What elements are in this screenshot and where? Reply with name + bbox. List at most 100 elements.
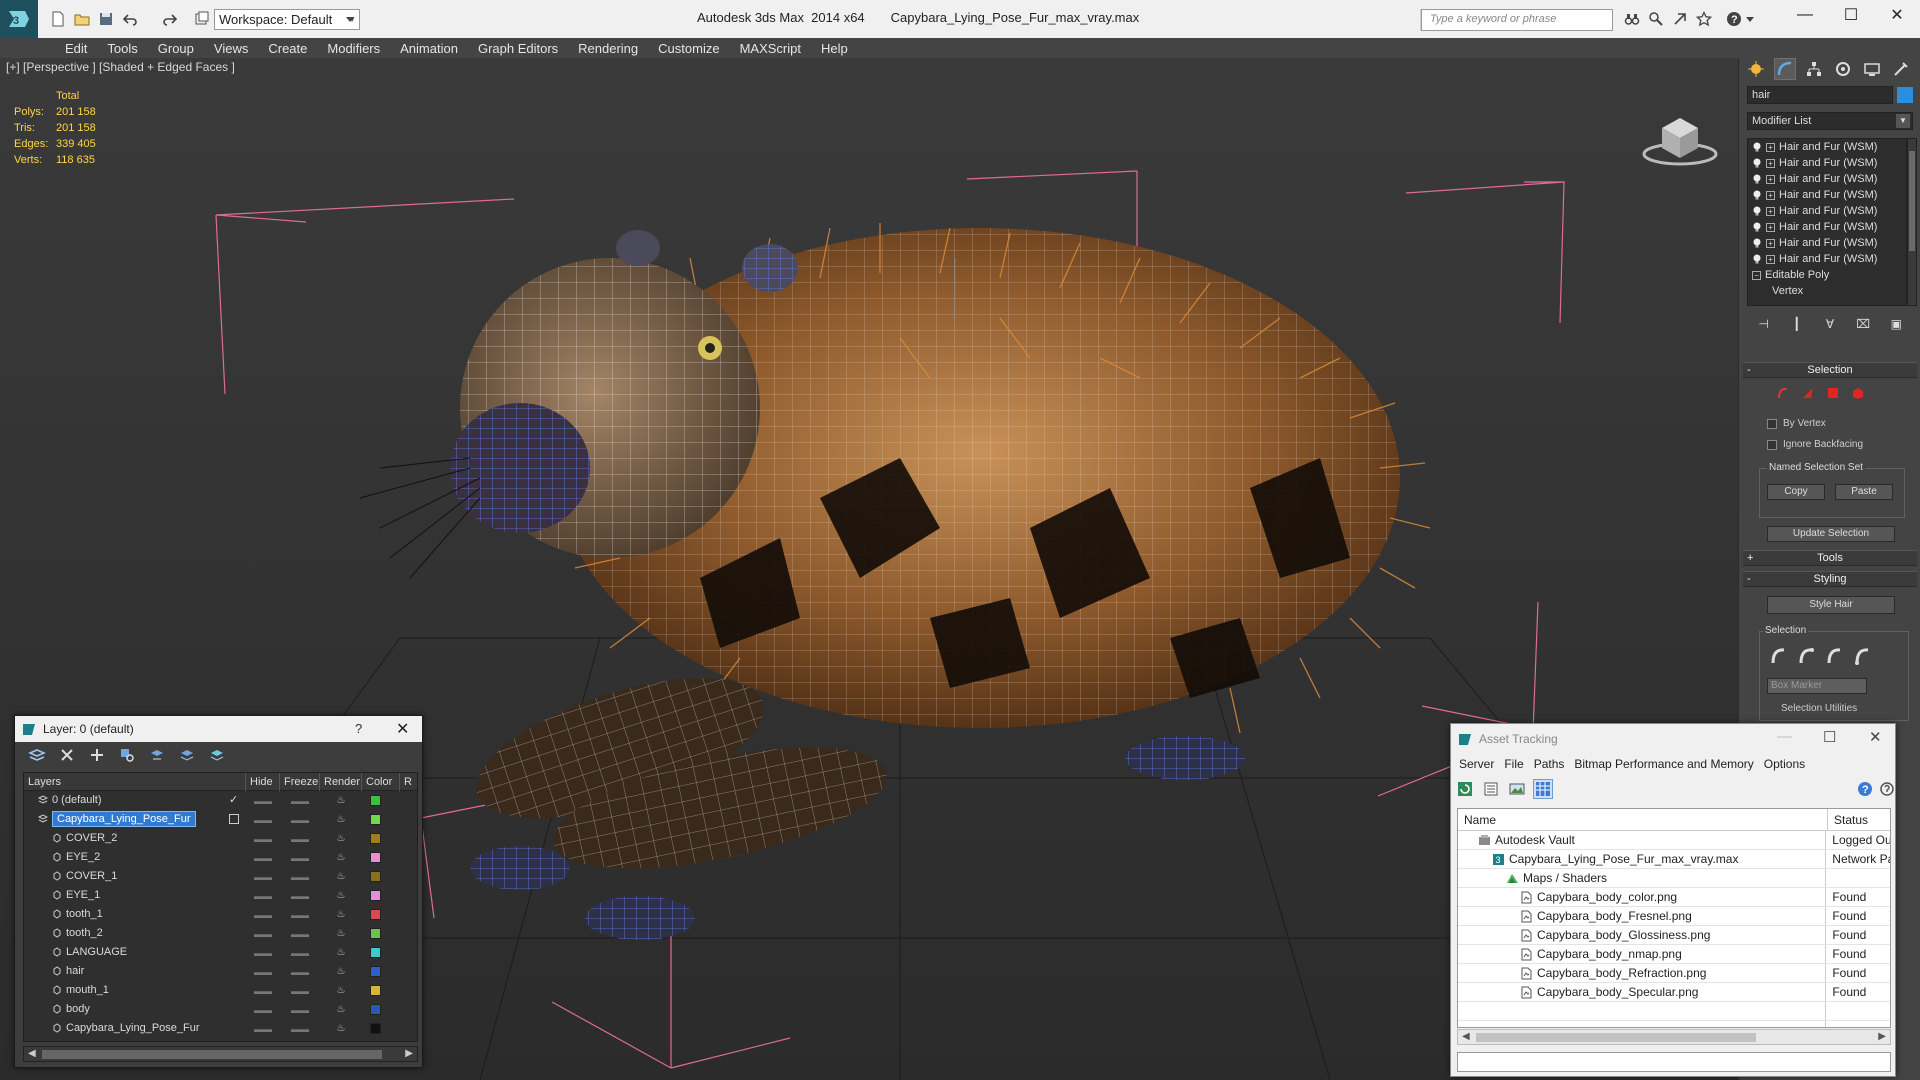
hide-toggle[interactable]: ▬▬	[246, 815, 280, 825]
app-menu-button[interactable]: 3	[0, 0, 38, 38]
undo-icon[interactable]	[120, 9, 140, 29]
maximize-button[interactable]: ☐	[1828, 0, 1874, 30]
render-teapot-icon[interactable]: ♨	[320, 890, 362, 901]
add-to-layer-icon[interactable]	[87, 746, 107, 764]
object-color-swatch[interactable]	[1897, 87, 1913, 103]
column-radiosity[interactable]: R	[400, 773, 416, 791]
utilities-tab-icon[interactable]	[1890, 58, 1912, 80]
menu-views[interactable]: Views	[204, 38, 258, 58]
modifier-stack-item[interactable]: + Hair and Fur (WSM)	[1748, 251, 1906, 267]
highlight-selected-layer-icon[interactable]	[147, 746, 167, 764]
thumbnail-view-icon[interactable]	[1507, 779, 1527, 799]
face-select-icon[interactable]	[1799, 384, 1817, 402]
collapse-icon[interactable]: −	[1752, 270, 1761, 280]
layer-row[interactable]: body ▬▬ ▬▬ ♨	[24, 1000, 417, 1019]
menu-help[interactable]: Help	[811, 38, 858, 58]
hide-toggle[interactable]: ▬▬	[246, 1005, 280, 1015]
select-guide-vertices-icon[interactable]	[1823, 644, 1847, 668]
layer-color-swatch[interactable]	[370, 909, 381, 920]
by-vertex-checkbox[interactable]: By Vertex	[1767, 418, 1826, 429]
freeze-toggle[interactable]: ▬▬	[280, 910, 320, 920]
pin-stack-icon[interactable]: ⊣	[1756, 316, 1772, 332]
layer-row[interactable]: Capybara_Lying_Pose_Fur ▬▬ ▬▬ ♨	[24, 810, 417, 829]
keyword-search-input[interactable]: Type a keyword or phrase	[1421, 9, 1613, 31]
expand-icon[interactable]: +	[1766, 158, 1775, 168]
modifier-stack-item[interactable]: + Hair and Fur (WSM)	[1748, 219, 1906, 235]
select-objects-in-layer-icon[interactable]	[117, 746, 137, 764]
menu-customize[interactable]: Customize	[648, 38, 729, 58]
box-marker-dropdown[interactable]: Box Marker	[1767, 678, 1867, 694]
column-color[interactable]: Color	[362, 773, 400, 791]
motion-tab-icon[interactable]	[1832, 58, 1854, 80]
layer-dialog-titlebar[interactable]: Layer: 0 (default) ? ✕	[15, 716, 422, 742]
refresh-icon[interactable]	[1455, 779, 1475, 799]
expand-icon[interactable]: +	[1766, 238, 1775, 248]
polygon-select-icon[interactable]	[1824, 384, 1842, 402]
expand-icon[interactable]: +	[1766, 206, 1775, 216]
layer-color-swatch[interactable]	[370, 1004, 381, 1015]
menu-graph-editors[interactable]: Graph Editors	[468, 38, 568, 58]
render-teapot-icon[interactable]: ♨	[320, 795, 362, 806]
lightbulb-icon[interactable]	[1752, 238, 1762, 248]
layer-row[interactable]: COVER_1 ▬▬ ▬▬ ♨	[24, 867, 417, 886]
layer-row[interactable]: tooth_1 ▬▬ ▬▬ ♨	[24, 905, 417, 924]
help-icon[interactable]: ?	[1855, 779, 1875, 799]
freeze-toggle[interactable]: ▬▬	[280, 1005, 320, 1015]
list-view-icon[interactable]	[1481, 779, 1501, 799]
set-current-layer-checkbox[interactable]	[229, 814, 239, 824]
close-button[interactable]: ✕	[1874, 0, 1920, 30]
layer-color-swatch[interactable]	[370, 795, 381, 806]
hide-toggle[interactable]: ▬▬	[246, 853, 280, 863]
paste-button[interactable]: Paste	[1835, 484, 1893, 500]
display-tab-icon[interactable]	[1861, 58, 1883, 80]
modifier-stack-item[interactable]: + Hair and Fur (WSM)	[1748, 187, 1906, 203]
menu-edit[interactable]: Edit	[55, 38, 97, 58]
menu-create[interactable]: Create	[258, 38, 317, 58]
asset-menu-paths[interactable]: Paths	[1530, 754, 1571, 776]
render-teapot-icon[interactable]: ♨	[320, 833, 362, 844]
layer-color-swatch[interactable]	[370, 833, 381, 844]
layer-row[interactable]: tooth_2 ▬▬ ▬▬ ♨	[24, 924, 417, 943]
render-teapot-icon[interactable]: ♨	[320, 852, 362, 863]
freeze-toggle[interactable]: ▬▬	[280, 1024, 320, 1034]
layer-color-swatch[interactable]	[370, 966, 381, 977]
tools-rollout-header[interactable]: + Tools	[1743, 550, 1917, 566]
render-teapot-icon[interactable]: ♨	[320, 966, 362, 977]
asset-menu-options[interactable]: Options	[1760, 754, 1811, 776]
close-button[interactable]: ✕	[396, 719, 409, 739]
subscription-center-icon[interactable]	[1646, 9, 1666, 29]
new-file-icon[interactable]	[48, 9, 68, 29]
select-whole-guide-icon[interactable]	[1795, 644, 1819, 668]
layer-row[interactable]: COVER_2 ▬▬ ▬▬ ♨	[24, 829, 417, 848]
asset-menu-file[interactable]: File	[1500, 754, 1529, 776]
remove-modifier-icon[interactable]: ⌧	[1855, 316, 1871, 332]
hide-toggle[interactable]: ▬▬	[246, 1024, 280, 1034]
render-teapot-icon[interactable]: ♨	[320, 1023, 362, 1034]
hide-toggle[interactable]: ▬▬	[246, 929, 280, 939]
menu-tools[interactable]: Tools	[97, 38, 147, 58]
asset-row[interactable]: Capybara_body_Specular.png Found	[1458, 983, 1890, 1002]
hide-toggle[interactable]: ▬▬	[246, 891, 280, 901]
help-topics-icon[interactable]	[1877, 779, 1897, 799]
styling-rollout-header[interactable]: - Styling	[1743, 571, 1917, 587]
menu-maxscript[interactable]: MAXScript	[730, 38, 811, 58]
delete-layer-icon[interactable]	[57, 746, 77, 764]
layer-color-swatch[interactable]	[370, 852, 381, 863]
chevron-down-icon[interactable]	[1744, 9, 1756, 29]
column-status[interactable]: Status	[1828, 809, 1874, 830]
object-name-field[interactable]: hair	[1747, 86, 1893, 104]
layer-horizontal-scrollbar[interactable]: ◀ ▶	[23, 1046, 418, 1062]
layer-row[interactable]: mouth_1 ▬▬ ▬▬ ♨	[24, 981, 417, 1000]
freeze-toggle[interactable]: ▬▬	[280, 948, 320, 958]
guides-select-icon[interactable]	[1774, 384, 1792, 402]
create-layer-icon[interactable]	[27, 746, 47, 764]
lightbulb-icon[interactable]	[1752, 254, 1762, 264]
render-teapot-icon[interactable]: ♨	[320, 871, 362, 882]
menu-group[interactable]: Group	[148, 38, 204, 58]
render-teapot-icon[interactable]: ♨	[320, 947, 362, 958]
asset-row[interactable]: Capybara_body_color.png Found	[1458, 888, 1890, 907]
select-hair-by-ends-icon[interactable]	[1767, 644, 1791, 668]
make-unique-icon[interactable]: ∀	[1822, 316, 1838, 332]
modifier-stack-item[interactable]: + Hair and Fur (WSM)	[1748, 139, 1906, 155]
copy-button[interactable]: Copy	[1767, 484, 1825, 500]
